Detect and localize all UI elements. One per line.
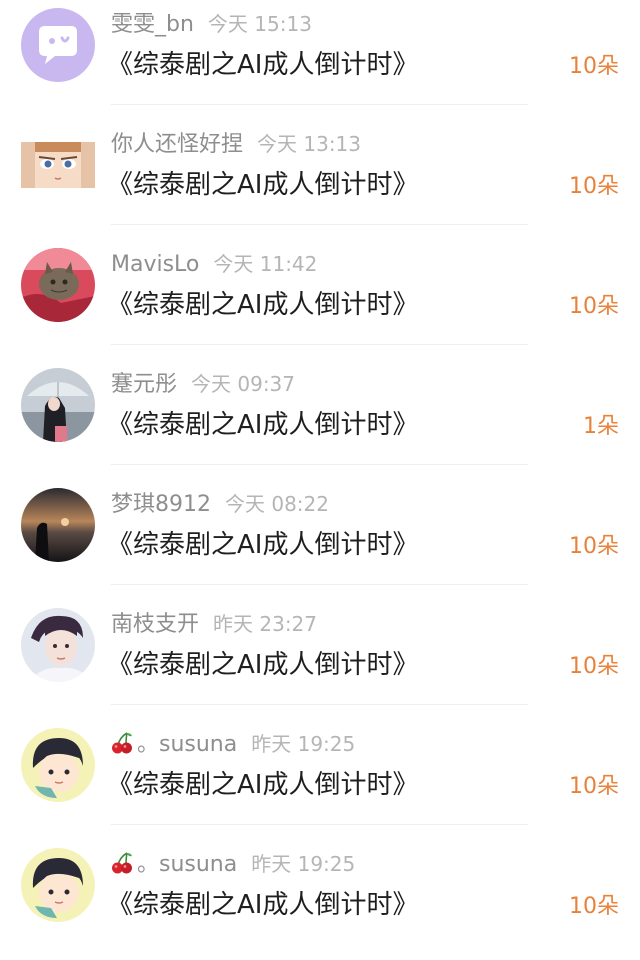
gift-count: 10朵 [569,894,619,919]
umbrella-girl-avatar[interactable] [21,368,95,442]
timestamp: 昨天 19:25 [251,852,356,876]
gift-count: 10朵 [569,54,619,79]
list-item[interactable]: 南枝支开 昨天 23:27 《综泰剧之AI成人倒计时》 10朵 [0,600,640,720]
divider [111,344,528,345]
gift-count: 10朵 [569,174,619,199]
divider [111,464,528,465]
list-item[interactable]: 。susuna 昨天 19:25 《综泰剧之AI成人倒计时》 10朵 [0,840,640,960]
cherry-icon [111,731,133,766]
book-title[interactable]: 《综泰剧之AI成人倒计时》 [107,763,418,807]
username[interactable]: 。susuna [137,852,237,877]
entry-meta: 。susuna 昨天 19:25 [111,728,355,760]
gift-count: 10朵 [569,534,619,559]
book-title[interactable]: 《综泰剧之AI成人倒计时》 [107,883,418,927]
entry-meta: 你人还怪好捏 今天 13:13 [111,128,361,160]
cherry-icon [111,851,133,886]
username[interactable]: MavisLo [111,252,199,277]
entry-meta: 南枝支开 昨天 23:27 [111,608,317,640]
gift-count: 10朵 [569,654,619,679]
username[interactable]: 梦琪8912 [111,492,211,517]
book-title[interactable]: 《综泰剧之AI成人倒计时》 [107,643,418,687]
anime-eyes-avatar[interactable] [21,142,95,188]
entry-meta: 。susuna 昨天 19:25 [111,848,355,880]
book-title[interactable]: 《综泰剧之AI成人倒计时》 [107,43,418,87]
cartoon-boy-avatar[interactable] [21,728,95,802]
gift-record-list: 雯雯_bn 今天 15:13 《综泰剧之AI成人倒计时》 10朵 你人还怪好捏 [0,0,640,953]
book-title[interactable]: 《综泰剧之AI成人倒计时》 [107,163,418,207]
timestamp: 今天 13:13 [257,132,362,156]
list-item[interactable]: 。susuna 昨天 19:25 《综泰剧之AI成人倒计时》 10朵 [0,720,640,840]
divider [111,224,528,225]
gift-count: 10朵 [569,774,619,799]
entry-meta: MavisLo 今天 11:42 [111,248,317,280]
username[interactable]: 南枝支开 [111,612,199,637]
cat-photo-avatar[interactable] [21,248,95,322]
divider [111,104,528,105]
book-title[interactable]: 《综泰剧之AI成人倒计时》 [107,403,418,447]
timestamp: 今天 08:22 [225,492,329,516]
sunset-photo-avatar[interactable] [21,488,95,562]
portrait-avatar[interactable] [21,608,95,682]
entry-meta: 蹇元彤 今天 09:37 [111,368,295,400]
list-item[interactable]: MavisLo 今天 11:42 《综泰剧之AI成人倒计时》 10朵 [0,240,640,360]
entry-meta: 梦琪8912 今天 08:22 [111,488,329,520]
book-title[interactable]: 《综泰剧之AI成人倒计时》 [107,283,418,327]
list-item[interactable]: 你人还怪好捏 今天 13:13 《综泰剧之AI成人倒计时》 10朵 [0,120,640,240]
timestamp: 昨天 19:25 [251,732,356,756]
list-item[interactable]: 蹇元彤 今天 09:37 《综泰剧之AI成人倒计时》 1朵 [0,360,640,480]
timestamp: 今天 15:13 [207,12,312,36]
list-item[interactable]: 雯雯_bn 今天 15:13 《综泰剧之AI成人倒计时》 10朵 [0,0,640,120]
book-title[interactable]: 《综泰剧之AI成人倒计时》 [107,523,418,567]
divider [111,704,528,705]
username[interactable]: 你人还怪好捏 [111,132,243,157]
chat-bubble-avatar[interactable] [21,8,95,82]
divider [111,824,528,825]
gift-count: 10朵 [569,294,619,319]
gift-count: 1朵 [583,414,619,439]
cartoon-boy-avatar[interactable] [21,848,95,922]
entry-meta: 雯雯_bn 今天 15:13 [111,8,312,40]
username[interactable]: 蹇元彤 [111,372,177,397]
username[interactable]: 雯雯_bn [111,12,194,37]
timestamp: 昨天 23:27 [213,612,318,636]
list-item[interactable]: 梦琪8912 今天 08:22 《综泰剧之AI成人倒计时》 10朵 [0,480,640,600]
divider [111,584,528,585]
timestamp: 今天 11:42 [213,252,318,276]
timestamp: 今天 09:37 [191,372,296,396]
username[interactable]: 。susuna [137,732,237,757]
